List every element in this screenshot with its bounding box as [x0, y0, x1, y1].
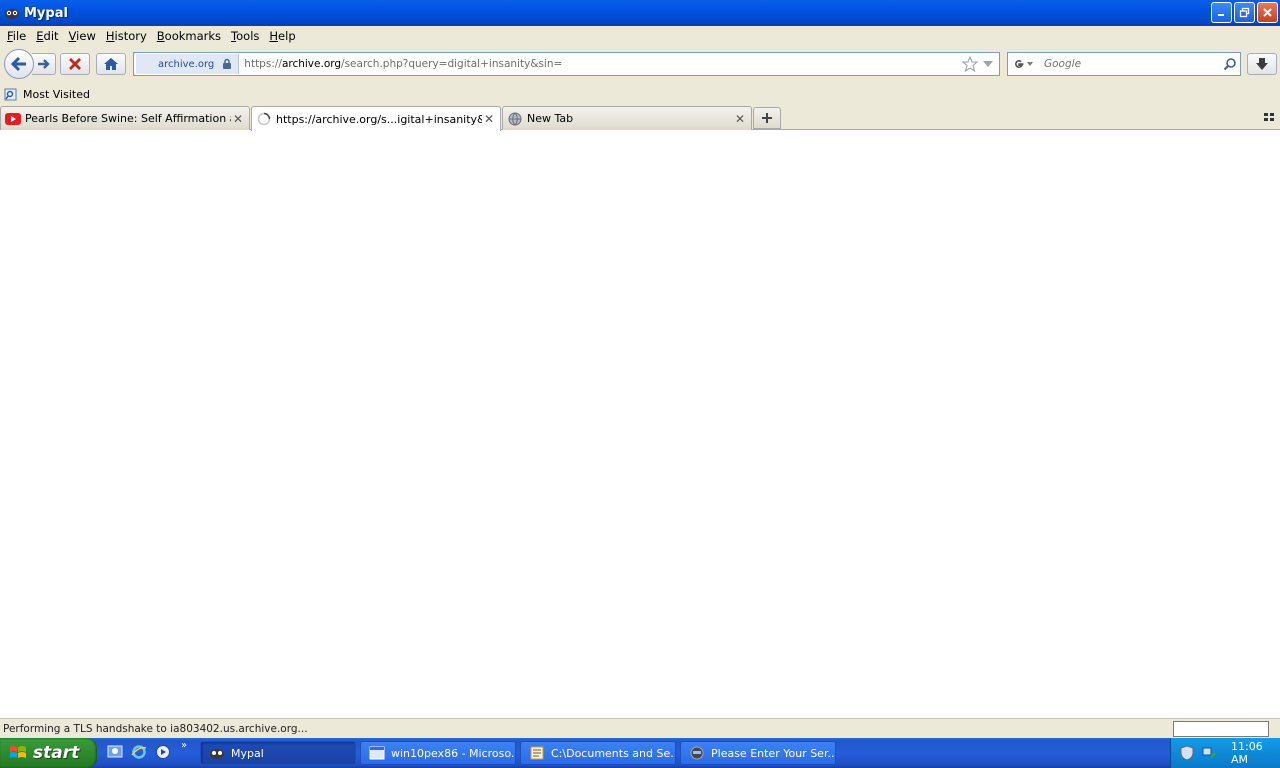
window-title: Mypal: [24, 5, 68, 21]
tab-new-tab[interactable]: New Tab ✕: [502, 106, 752, 130]
close-button[interactable]: [1257, 2, 1278, 23]
media-player-icon[interactable]: [154, 743, 172, 761]
tab-label: https://archive.org/s...igital+insanity&…: [276, 112, 482, 126]
folder-window-icon: [529, 745, 545, 761]
tab-label: New Tab: [527, 112, 574, 125]
loading-throbber-icon: [256, 111, 272, 127]
tab-label: Pearls Before Swine: Self Affirmation an…: [25, 112, 231, 125]
dialog-app-icon: [689, 745, 705, 761]
new-tab-button[interactable]: [753, 107, 781, 129]
window-titlebar[interactable]: Mypal: [0, 0, 1280, 26]
status-text: Performing a TLS handshake to ia803402.u…: [3, 722, 308, 735]
taskbar-item-win10pex86[interactable]: win10pex86 - Microso...: [360, 741, 516, 765]
quick-launch: [106, 743, 172, 761]
taskbar-item-documents-folder[interactable]: C:\Documents and Se...: [520, 741, 676, 765]
restore-icon: [1239, 7, 1250, 18]
page-content[interactable]: [0, 130, 1280, 718]
tab-archive-search[interactable]: https://archive.org/s...igital+insanity&…: [251, 106, 501, 131]
task-label: Mypal: [231, 746, 264, 760]
search-icon[interactable]: [1220, 54, 1240, 74]
start-label: start: [33, 743, 80, 763]
chevron-down-icon: [1027, 62, 1033, 66]
stop-icon: [69, 58, 81, 70]
downloads-button[interactable]: [1247, 53, 1277, 75]
menu-tools[interactable]: Tools: [226, 29, 264, 43]
close-icon: [1263, 8, 1272, 17]
status-progress-meter: [1173, 721, 1269, 737]
google-icon: [1015, 60, 1024, 68]
site-identity-button[interactable]: archive.org: [136, 54, 240, 74]
restore-button[interactable]: [1234, 2, 1255, 23]
taskbar-item-mypal[interactable]: Mypal: [200, 741, 356, 765]
quick-launch-more-icon[interactable]: »: [181, 740, 187, 751]
minimize-button[interactable]: [1211, 2, 1232, 23]
tab-close-icon[interactable]: ✕: [733, 112, 747, 126]
status-bar: Performing a TLS handshake to ia803402.u…: [0, 718, 1280, 738]
address-bar[interactable]: archive.org https://archive.org/search.p…: [133, 52, 1000, 76]
taskbar: start » Mypal win10pex86 - Microso... C:…: [0, 738, 1280, 768]
menu-history[interactable]: History: [101, 29, 152, 43]
search-input[interactable]: [1038, 55, 1220, 73]
download-arrow-icon: [1256, 58, 1268, 70]
forward-button[interactable]: [32, 53, 56, 75]
task-label: win10pex86 - Microso...: [391, 746, 515, 760]
list-all-tabs-icon[interactable]: [1263, 111, 1275, 123]
minimize-icon: [1218, 14, 1224, 16]
application-window-icon: [369, 745, 385, 761]
back-button[interactable]: [4, 49, 34, 79]
system-tray: 11:06 AM: [1170, 738, 1280, 768]
most-visited-folder-icon: [4, 88, 17, 101]
tab-close-icon[interactable]: ✕: [231, 112, 245, 126]
menu-file[interactable]: File: [2, 29, 31, 43]
back-arrow-icon: [10, 56, 26, 72]
menu-bookmarks[interactable]: Bookmarks: [152, 29, 226, 43]
stop-button[interactable]: [60, 53, 90, 75]
clock[interactable]: 11:06 AM: [1231, 740, 1280, 766]
lock-icon: [223, 58, 232, 69]
taskbar-item-please-enter-server[interactable]: Please Enter Your Ser...: [680, 741, 836, 765]
history-dropdown-icon[interactable]: [981, 55, 995, 73]
globe-icon: [507, 111, 523, 127]
home-button[interactable]: [96, 53, 126, 75]
bookmark-most-visited[interactable]: Most Visited: [23, 88, 90, 101]
navigation-toolbar: archive.org https://archive.org/search.p…: [0, 46, 1280, 82]
menu-bar: File Edit View History Bookmarks Tools H…: [0, 26, 1280, 46]
tab-close-icon[interactable]: ✕: [482, 112, 496, 126]
network-connection-icon[interactable]: [1201, 745, 1217, 761]
show-desktop-icon[interactable]: [106, 743, 124, 761]
security-shield-icon[interactable]: [1179, 745, 1195, 761]
internet-explorer-icon[interactable]: [130, 743, 148, 761]
windows-logo-icon: [10, 746, 26, 758]
url-text[interactable]: https://archive.org/search.php?query=dig…: [244, 58, 961, 70]
search-bar[interactable]: [1007, 52, 1241, 76]
menu-edit[interactable]: Edit: [31, 29, 63, 43]
site-identity-label: archive.org: [158, 58, 215, 70]
tab-pearls-before-swine[interactable]: Pearls Before Swine: Self Affirmation an…: [0, 106, 250, 130]
mypal-icon: [209, 745, 225, 761]
task-label: Please Enter Your Ser...: [711, 746, 835, 760]
start-button[interactable]: start: [0, 738, 97, 768]
bookmark-star-icon[interactable]: [961, 55, 979, 73]
bookmarks-toolbar: Most Visited: [0, 84, 1280, 104]
task-label: C:\Documents and Se...: [551, 746, 675, 760]
search-engine-button[interactable]: [1008, 54, 1038, 74]
mypal-app-icon[interactable]: [4, 5, 20, 21]
youtube-icon: [5, 111, 21, 127]
tab-strip: Pearls Before Swine: Self Affirmation an…: [0, 105, 1280, 131]
forward-arrow-icon: [37, 59, 50, 69]
menu-help[interactable]: Help: [264, 29, 300, 43]
home-icon: [104, 58, 118, 70]
plus-icon: [762, 113, 772, 123]
menu-view[interactable]: View: [64, 29, 101, 43]
